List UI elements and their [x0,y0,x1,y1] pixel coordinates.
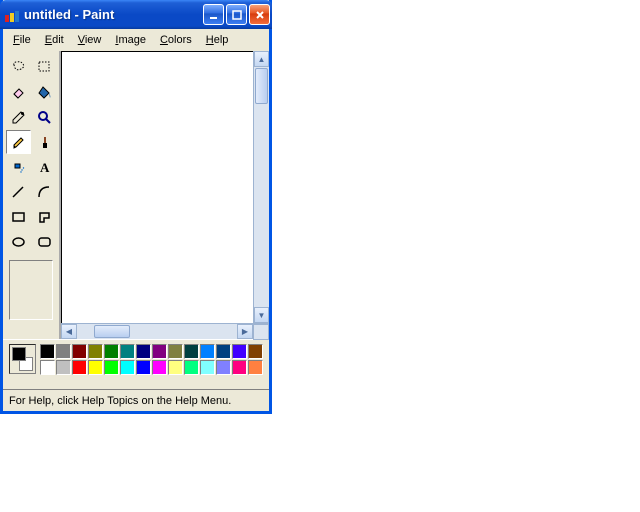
color-swatch[interactable] [104,344,119,359]
fill-icon [37,85,52,100]
color-swatch[interactable] [72,344,87,359]
tool-rounded-rectangle[interactable] [32,230,57,254]
tool-airbrush[interactable] [6,155,31,179]
tool-brush[interactable] [32,130,57,154]
color-swatch[interactable] [120,360,135,375]
scroll-thumb-horizontal[interactable] [94,325,130,338]
color-swatch[interactable] [168,344,183,359]
tool-line[interactable] [6,180,31,204]
polygon-icon [37,210,52,225]
menubar: FileEditViewImageColorsHelp [3,29,269,51]
resize-grip [253,324,269,340]
menu-colors[interactable]: Colors [154,32,198,48]
color-swatch[interactable] [184,360,199,375]
color-swatch[interactable] [152,344,167,359]
color-swatch[interactable] [200,360,215,375]
curve-icon [37,185,52,200]
color-swatch[interactable] [40,360,55,375]
tool-ellipse[interactable] [6,230,31,254]
brush-icon [37,135,52,150]
tool-magnifier[interactable] [32,105,57,129]
close-button[interactable] [249,4,270,25]
tool-free-form-select[interactable] [6,55,31,79]
maximize-button[interactable] [226,4,247,25]
color-swatch[interactable] [72,360,87,375]
statusbar: For Help, click Help Topics on the Help … [3,389,269,411]
color-swatch[interactable] [232,344,247,359]
color-swatch[interactable] [136,360,151,375]
free-form-select-icon [11,60,26,75]
color-swatch[interactable] [104,360,119,375]
tool-rectangle[interactable] [6,205,31,229]
airbrush-icon [11,160,26,175]
scroll-thumb-vertical[interactable] [255,68,268,104]
paint-window: untitled - Paint FileEditViewImageColors… [0,0,272,414]
color-swatch[interactable] [232,360,247,375]
menu-help[interactable]: Help [200,32,235,48]
scrollbar-vertical[interactable]: ▲ ▼ [253,51,269,323]
color-swatch[interactable] [216,344,231,359]
app-icon [4,7,20,23]
titlebar[interactable]: untitled - Paint [0,0,272,29]
color-swatch[interactable] [136,344,151,359]
color-palette-zone [3,339,269,389]
scroll-left-button[interactable]: ◀ [61,324,77,339]
window-title: untitled - Paint [24,7,203,22]
ellipse-icon [11,235,26,250]
pencil-icon [11,135,26,150]
svg-text:A: A [40,160,50,175]
line-icon [11,185,26,200]
menu-file[interactable]: File [7,32,37,48]
color-swatch[interactable] [56,344,71,359]
canvas-zone: ▲ ▼ ◀ ▶ [59,51,269,339]
toolbox: A [3,51,59,339]
color-swatch[interactable] [248,360,263,375]
color-swatch[interactable] [168,360,183,375]
tool-curve[interactable] [32,180,57,204]
eraser-icon [11,85,26,100]
scrollbar-horizontal[interactable]: ◀ ▶ [61,323,269,339]
color-swatch[interactable] [120,344,135,359]
color-swatch[interactable] [200,344,215,359]
menu-view[interactable]: View [72,32,108,48]
color-swatch[interactable] [56,360,71,375]
tool-pencil[interactable] [6,130,31,154]
minimize-button[interactable] [203,4,224,25]
color-swatch[interactable] [40,344,55,359]
tool-select[interactable] [32,55,57,79]
rectangle-icon [11,210,26,225]
scroll-right-button[interactable]: ▶ [237,324,253,339]
drawing-canvas[interactable] [61,51,253,323]
status-text: For Help, click Help Topics on the Help … [9,395,231,407]
color-swatch[interactable] [88,344,103,359]
magnifier-icon [37,110,52,125]
scroll-up-button[interactable]: ▲ [254,51,269,67]
tool-eraser[interactable] [6,80,31,104]
color-swatch[interactable] [216,360,231,375]
menu-edit[interactable]: Edit [39,32,70,48]
tool-options-box[interactable] [9,260,53,320]
tool-fill[interactable] [32,80,57,104]
scroll-down-button[interactable]: ▼ [254,307,269,323]
rounded-rectangle-icon [37,235,52,250]
tool-polygon[interactable] [32,205,57,229]
color-indicator[interactable] [9,344,36,374]
select-icon [37,60,52,75]
text-icon: A [37,160,52,175]
work-area: A ▲ ▼ ◀ ▶ [3,51,269,339]
color-palette [40,344,263,385]
foreground-color-swatch[interactable] [12,347,26,361]
color-swatch[interactable] [88,360,103,375]
color-swatch[interactable] [152,360,167,375]
menu-image[interactable]: Image [109,32,152,48]
color-swatch[interactable] [248,344,263,359]
color-swatch[interactable] [184,344,199,359]
pick-color-icon [11,110,26,125]
tool-pick-color[interactable] [6,105,31,129]
tool-text[interactable]: A [32,155,57,179]
